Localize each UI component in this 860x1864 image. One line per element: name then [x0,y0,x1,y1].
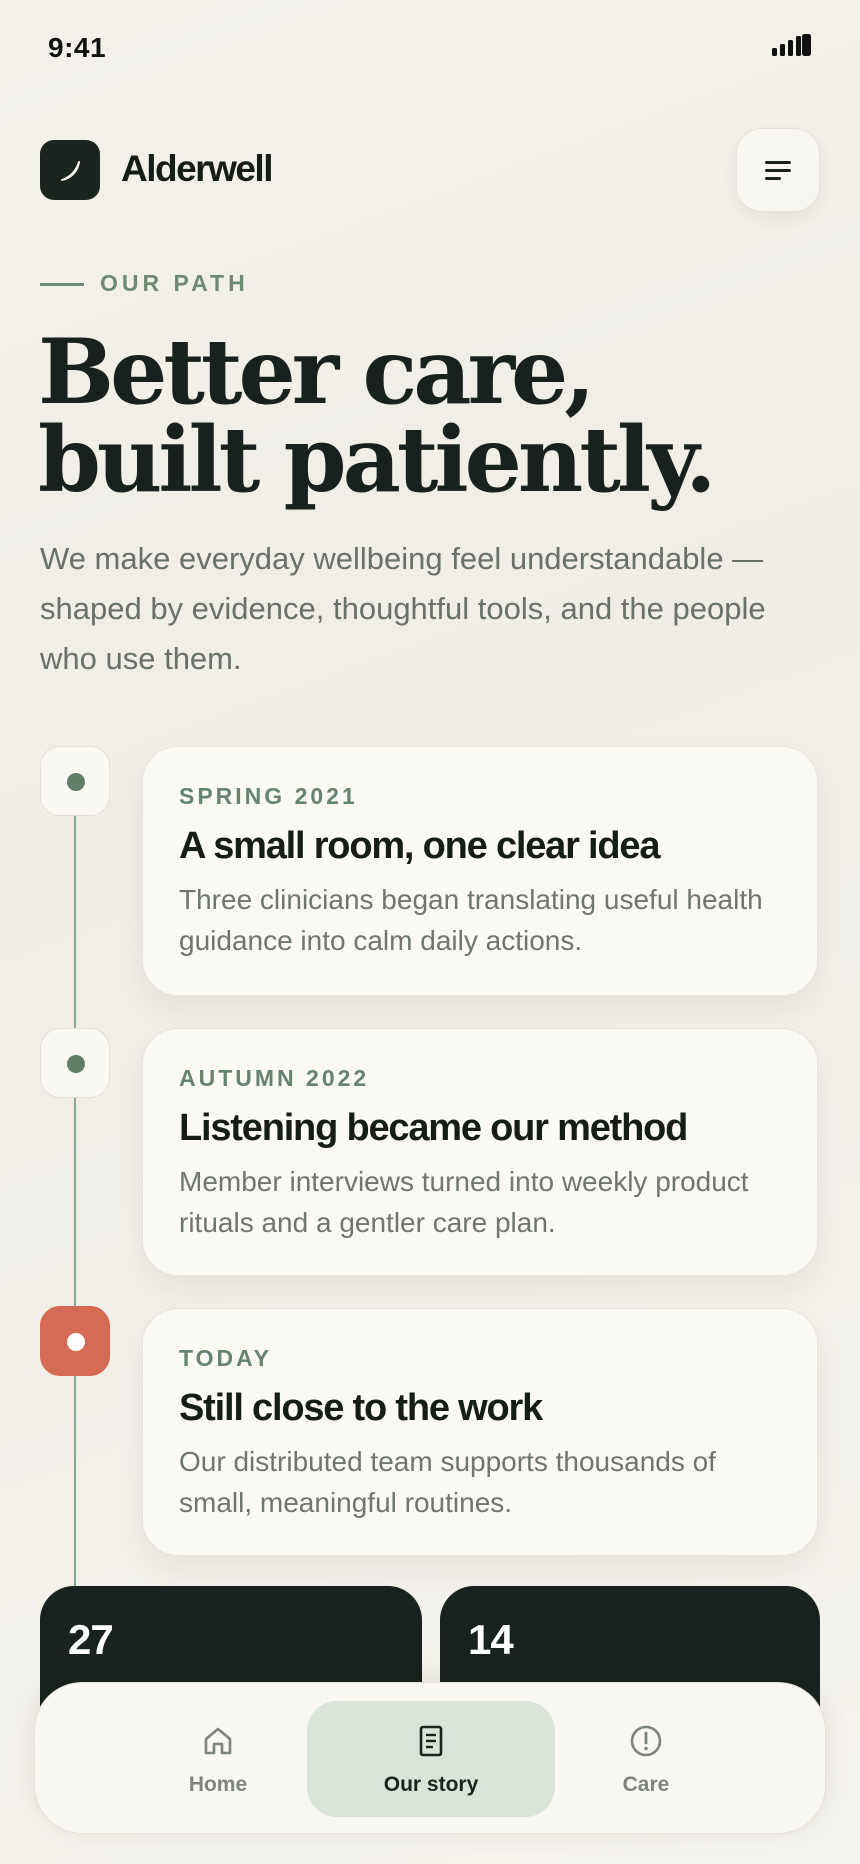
tab-care[interactable]: Care [522,1701,770,1817]
logo-icon [40,140,100,200]
alert-circle-icon [630,1725,662,1757]
bottom-tab-bar: Home Our story Care [34,1682,826,1834]
timeline-date: AUTUMN 2022 [179,1065,370,1091]
hero-intro: We make everyday wellbeing feel understa… [40,541,766,676]
signal-icon [772,34,811,56]
timeline-card-spring-2021[interactable]: SPRING 2021 A small room, one clear idea… [142,746,818,996]
timeline-node-spring-2021 [40,746,110,816]
hero-title: Better care, built patiently. [38,319,828,513]
menu-button[interactable] [736,128,820,212]
hero-title-line-1: Better care, [38,319,596,425]
timeline-dot [67,1333,85,1351]
timeline-title: Still close to the work [179,1387,543,1429]
status-time: 9:41 [48,32,107,63]
timeline-body: Our distributed team supports thousands … [179,1446,716,1518]
tab-label: Our story [383,1773,479,1796]
tab-label: Home [188,1773,248,1796]
stat-value: 14 [468,1616,514,1663]
eyebrow-divider [40,283,84,286]
timeline-title: Listening became our method [179,1107,688,1149]
brand-name: Alderwell [121,148,274,189]
home-icon [204,1727,232,1755]
timeline-node-today [40,1306,110,1376]
timeline-body: Three clinicians began translating usefu… [179,884,763,956]
document-icon [419,1725,443,1757]
timeline-dot [67,773,85,791]
timeline-card-today[interactable]: TODAY Still close to the work Our distri… [142,1308,818,1556]
tab-home[interactable]: Home [94,1701,342,1817]
hero-title-line-2: built patiently. [38,407,716,513]
stat-value: 27 [68,1616,114,1663]
eyebrow-label: OUR PATH [100,270,249,296]
timeline-date: SPRING 2021 [179,783,358,809]
status-bar: 9:41 [0,0,860,100]
timeline-card-autumn-2022[interactable]: AUTUMN 2022 Listening became our method … [142,1028,818,1276]
tab-label: Care [622,1773,670,1796]
tab-our-story[interactable]: Our story [307,1701,555,1817]
menu-icon [763,159,795,183]
app-header: Alderwell [40,128,820,212]
timeline-dot [67,1055,85,1073]
timeline-node-autumn-2022 [40,1028,110,1098]
timeline-date: TODAY [179,1345,272,1371]
timeline-title: A small room, one clear idea [179,825,660,867]
timeline-rail [74,790,76,1650]
timeline-body: Member interviews turned into weekly pro… [179,1166,749,1238]
